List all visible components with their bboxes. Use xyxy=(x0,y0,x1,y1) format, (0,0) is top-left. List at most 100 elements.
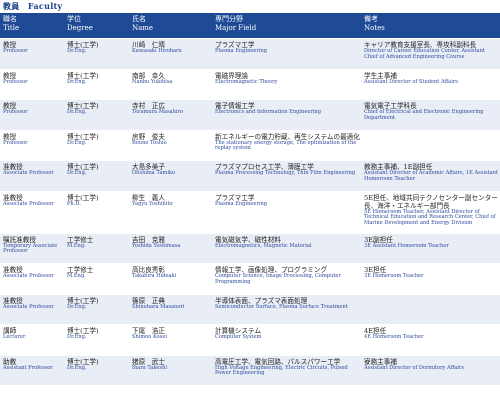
cell-notes: 学生主事補 Assistant Director of Student Affai… xyxy=(361,70,500,100)
cell-name: 川崎 仁晴 Kawasaki Hiroharu xyxy=(129,39,212,69)
title-en: Professor xyxy=(3,78,28,85)
cell-notes: 3E担任 3E Homeroom Teacher xyxy=(361,264,500,294)
cell-name: 高比良秀彰 Takahira Hideaki xyxy=(129,264,212,294)
degree-en: Dr.Eng. xyxy=(67,170,87,176)
degree-en: M.Eng. xyxy=(67,242,86,249)
header-name: 氏名 Name xyxy=(129,13,212,38)
cell-degree: 博士(工学) Dr.Eng. xyxy=(64,100,129,130)
cell-notes: 電気電子工学科長 Chief of Electrical and Electron… xyxy=(361,100,500,130)
degree-en: Dr.Eng. xyxy=(67,364,87,371)
cell-notes: 教務主事補、1E副担任 Assistant Director of Academi… xyxy=(361,161,500,191)
notes-en: 3E Homeroom Teacher xyxy=(364,273,424,279)
header-title-en: Title xyxy=(3,23,20,32)
header-title-jp: 職名 xyxy=(3,15,17,23)
cell-degree: 博士(工学) Dr.Eng. xyxy=(64,325,129,355)
header-degree-jp: 学位 xyxy=(67,15,81,23)
cell-notes: 4E担任 4E Homeroom Teacher xyxy=(361,325,500,355)
cell-degree: 博士(工学) Dr.Eng. xyxy=(64,356,129,386)
cell-name: 南部 幸久 Nanbu Yukihisa xyxy=(129,70,212,100)
cell-field: 半導体表面、プラズマ表面処理 Semiconductor Surface, Pla… xyxy=(212,295,361,325)
field-en: Computer System xyxy=(215,334,262,340)
name-en: Nanbu Yukihisa xyxy=(132,78,173,85)
table-row: 准教授 Associate Professor 工学修士 M.Eng. 高比良秀彰 T… xyxy=(0,263,500,294)
cell-degree: 工学修士 M.Eng. xyxy=(64,234,129,264)
cell-title: 准教授 Associate Professor xyxy=(0,161,64,191)
cell-title: 准教授 Associate Professor xyxy=(0,295,64,325)
name-en: Takahira Hideaki xyxy=(132,273,177,279)
cell-title: 教授 Professor xyxy=(0,100,64,130)
name-en: Shinohara Masanori xyxy=(132,303,185,310)
cell-degree: 博士(工学) Dr.Eng. xyxy=(64,39,129,69)
degree-en: Dr.Eng. xyxy=(67,139,87,146)
cell-title: 准教授 Associate Professor xyxy=(0,192,64,233)
cell-degree: 博士(工学) Dr.Eng. xyxy=(64,161,129,191)
cell-degree: 博士(工学) Dr.Eng. xyxy=(64,70,129,100)
notes-en: Assistant Director of Dormitory Affairs xyxy=(364,364,464,371)
table-row: 教授 Professor 博士(工学) Dr.Eng. 房野 俊夫 Bouno Tos… xyxy=(0,129,500,161)
cell-name: 猪原 武士 Ihara Takeshi xyxy=(129,356,212,386)
table-row: 教授 Professor 博士(工学) Dr.Eng. 寺村 正広 Teramura … xyxy=(0,99,500,130)
name-en: Ohshima Tamiko xyxy=(132,170,176,176)
title-en: Associate Professor xyxy=(3,170,54,176)
page-title: 教員 Faculty xyxy=(3,1,63,11)
cell-notes: 3E副担任 3E Assistant Homeroom Teacher xyxy=(361,234,500,264)
field-en: High Voltage Engineering, Electric Circu… xyxy=(215,364,348,377)
header-degree-en: Degree xyxy=(67,23,93,32)
name-en: Yoshida Yoshimasa xyxy=(132,242,181,249)
title-en: Assistant Professor xyxy=(3,364,53,371)
name-en: Yagyu Yoshihito xyxy=(132,200,173,207)
degree-en: Dr.Eng. xyxy=(67,334,87,340)
table-body: 教授 Professor 博士(工学) Dr.Eng. 川崎 仁晴 Kawasaki … xyxy=(0,38,500,385)
cell-name: 篠原 正典 Shinohara Masanori xyxy=(129,295,212,325)
notes-en: Chief of Electrical and Electronic Engin… xyxy=(364,109,484,121)
notes-en: Assistant Director of Academic Affairs, … xyxy=(364,170,499,182)
cell-notes xyxy=(361,131,500,161)
table-row: 教授 Professor 博士(工学) Dr.Eng. 南部 幸久 Nanbu Yuk… xyxy=(0,68,500,100)
cell-title: 教授 Professor xyxy=(0,39,64,69)
title-en: Associate Professor xyxy=(3,200,54,207)
cell-title: 准教授 Associate Professor xyxy=(0,264,64,294)
cell-notes: 5E担任、地域共同テクノセンター副センター長、海洋・エネルギー部門長 5E Hom… xyxy=(361,192,500,233)
header-notes-en: Notes xyxy=(364,23,385,32)
degree-en: Ph.D. xyxy=(67,200,81,207)
cell-field: プラズマ工学 Plasma Engineering xyxy=(212,39,361,69)
field-en: The stationary energy storage, The optim… xyxy=(215,139,357,152)
name-en: Bouno Toshio xyxy=(132,139,167,146)
table-header: 職名 Title 学位 Degree 氏名 Name 専門分野 Major Field … xyxy=(0,13,500,38)
cell-field: 電子情報工学 Electronics and Information Engine… xyxy=(212,100,361,130)
header-name-jp: 氏名 xyxy=(132,15,146,23)
field-en: Plasma Processing Technology, Thin Film … xyxy=(215,170,356,176)
cell-title: 教授 Professor xyxy=(0,70,64,100)
name-en: Kawasaki Hiroharu xyxy=(132,48,182,54)
table-row: 准教授 Associate Professor 博士(工学) Dr.Eng. 篠原 … xyxy=(0,293,500,325)
cell-name: 房野 俊夫 Bouno Toshio xyxy=(129,131,212,161)
field-en: Computer Science, Image Processing, Comp… xyxy=(215,273,341,285)
cell-degree: 工学修士 M.Eng. xyxy=(64,264,129,294)
field-en: Electromagnetics, Magnetic Material xyxy=(215,242,312,249)
cell-title: 助教 Assistant Professor xyxy=(0,356,64,386)
table-row: 講師 Lecturer 博士(工学) Dr.Eng. 下尾 浩正 Shimoo Kos… xyxy=(0,324,500,355)
field-en: Electromagnetic Theory xyxy=(215,78,278,85)
field-en: Plasma Engineering xyxy=(215,200,267,207)
cell-notes: 寮務主事補 Assistant Director of Dormitory Aff… xyxy=(361,356,500,386)
header-degree: 学位 Degree xyxy=(64,13,129,38)
cell-name: 大島多美子 Ohshima Tamiko xyxy=(129,161,212,191)
degree-en: Dr.Eng. xyxy=(67,303,87,310)
title-en: Temporary Associate Professor xyxy=(3,242,58,255)
cell-degree: 博士(工学) Dr.Eng. xyxy=(64,131,129,161)
header-name-en: Name xyxy=(132,23,154,32)
cell-name: 柳生 義人 Yagyu Yoshihito xyxy=(129,192,212,233)
field-en: Semiconductor Surface, Plasma Surface Tr… xyxy=(215,303,348,310)
table-row: 助教 Assistant Professor 博士(工学) Dr.Eng. 猪原 武… xyxy=(0,354,500,386)
cell-field: 高電圧工学、電気回路、パルスパワー工学 High Voltage Engineer… xyxy=(212,356,361,386)
cell-degree: 博士(工学) Dr.Eng. xyxy=(64,295,129,325)
degree-en: Dr.Eng. xyxy=(67,109,87,115)
name-en: Teramura Masahiro xyxy=(132,109,184,115)
name-en: Shimoo Kosei xyxy=(132,334,167,340)
cell-field: 情報工学、画像処理、プログラミング Computer Science, Image… xyxy=(212,264,361,294)
title-en: Lecturer xyxy=(3,334,26,340)
title-en: Professor xyxy=(3,48,28,54)
cell-field: 電磁界理論 Electromagnetic Theory xyxy=(212,70,361,100)
cell-name: 吉田 克雅 Yoshida Yoshimasa xyxy=(129,234,212,264)
title-en: Professor xyxy=(3,109,28,115)
